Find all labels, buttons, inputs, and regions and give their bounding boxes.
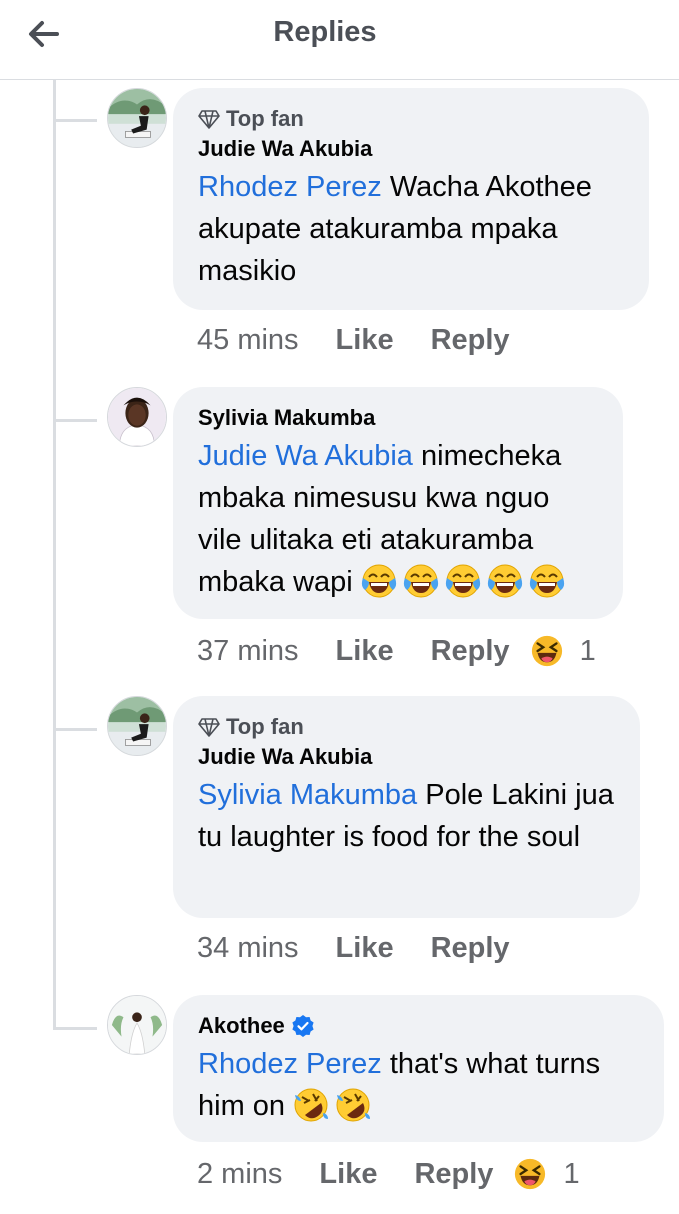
- thread-branch: [53, 1027, 97, 1030]
- timestamp: 45 mins: [197, 324, 299, 356]
- comment-bubble: Akothee Rhodez Perez that's what turns h…: [173, 995, 664, 1142]
- comment-text: Rhodez Perez Wacha Akothee akupate ataku…: [198, 166, 623, 292]
- reaction-count: 1: [563, 1157, 580, 1190]
- haha-reaction-icon: [530, 634, 564, 668]
- tears-of-joy-emoji: [529, 563, 565, 599]
- like-button[interactable]: Like: [336, 324, 394, 357]
- rolling-laughing-emoji: [335, 1087, 371, 1123]
- thread-branch: [53, 728, 97, 731]
- avatar[interactable]: [107, 995, 167, 1055]
- comment-actions: 2 mins Like Reply 1: [197, 1157, 580, 1191]
- reaction-summary[interactable]: 1: [513, 1157, 580, 1191]
- reply-button[interactable]: Reply: [414, 1158, 493, 1191]
- mention-link[interactable]: Rhodez Perez: [198, 171, 382, 203]
- comment-author[interactable]: Judie Wa Akubia: [198, 742, 614, 772]
- comment-text: Rhodez Perez that's what turns him on: [198, 1043, 638, 1127]
- timestamp: 37 mins: [197, 634, 299, 667]
- badge-label: Top fan: [226, 714, 304, 739]
- diamond-icon: [198, 718, 220, 737]
- comment-bubble: Sylivia Makumba Judie Wa Akubia nimechek…: [173, 387, 623, 619]
- like-button[interactable]: Like: [319, 1158, 377, 1191]
- tears-of-joy-emoji: [487, 563, 523, 599]
- comment-author[interactable]: Akothee: [198, 1011, 285, 1041]
- comment-author[interactable]: Sylivia Makumba: [198, 403, 597, 433]
- top-fan-badge: Top fan: [198, 104, 623, 134]
- comment-actions: 45 mins Like Reply: [197, 324, 547, 357]
- rolling-laughing-emoji: [293, 1087, 329, 1123]
- comment-author-row: Akothee: [198, 1011, 638, 1041]
- badge-label: Top fan: [226, 106, 304, 131]
- comment-author[interactable]: Judie Wa Akubia: [198, 134, 623, 164]
- comment-bubble: Top fan Judie Wa Akubia Rhodez Perez Wac…: [173, 88, 649, 310]
- verified-badge-icon: [292, 1015, 314, 1037]
- mention-link[interactable]: Sylivia Makumba: [198, 779, 417, 811]
- comment-text: Judie Wa Akubia nimecheka mbaka nimesusu…: [198, 435, 597, 603]
- top-bar: Replies: [0, 0, 679, 80]
- haha-reaction-icon: [513, 1157, 547, 1191]
- like-button[interactable]: Like: [336, 932, 394, 965]
- avatar[interactable]: [107, 88, 167, 148]
- reaction-summary[interactable]: 1: [530, 634, 596, 668]
- timestamp: 34 mins: [197, 932, 299, 964]
- timestamp: 2 mins: [197, 1157, 283, 1190]
- comment-actions: 34 mins Like Reply: [197, 932, 547, 965]
- tears-of-joy-emoji: [403, 563, 439, 599]
- comment-text: Sylivia Makumba Pole Lakini jua tu laugh…: [198, 774, 614, 858]
- avatar[interactable]: [107, 387, 167, 447]
- like-button[interactable]: Like: [336, 635, 394, 668]
- tears-of-joy-emoji: [445, 563, 481, 599]
- reply-button[interactable]: Reply: [431, 932, 510, 965]
- avatar[interactable]: [107, 696, 167, 756]
- diamond-icon: [198, 110, 220, 129]
- mention-link[interactable]: Judie Wa Akubia: [198, 440, 413, 472]
- thread-line: [53, 80, 56, 1030]
- reply-button[interactable]: Reply: [431, 635, 510, 668]
- thread-branch: [53, 419, 97, 422]
- page-title: Replies: [273, 16, 377, 48]
- top-fan-badge: Top fan: [198, 712, 614, 742]
- tears-of-joy-emoji: [361, 563, 397, 599]
- mention-link[interactable]: Rhodez Perez: [198, 1048, 382, 1080]
- comment-bubble: Top fan Judie Wa Akubia Sylivia Makumba …: [173, 696, 640, 918]
- reaction-count: 1: [579, 634, 596, 667]
- comment-actions: 37 mins Like Reply 1: [197, 634, 596, 668]
- thread-branch: [53, 119, 97, 122]
- reply-button[interactable]: Reply: [431, 324, 510, 357]
